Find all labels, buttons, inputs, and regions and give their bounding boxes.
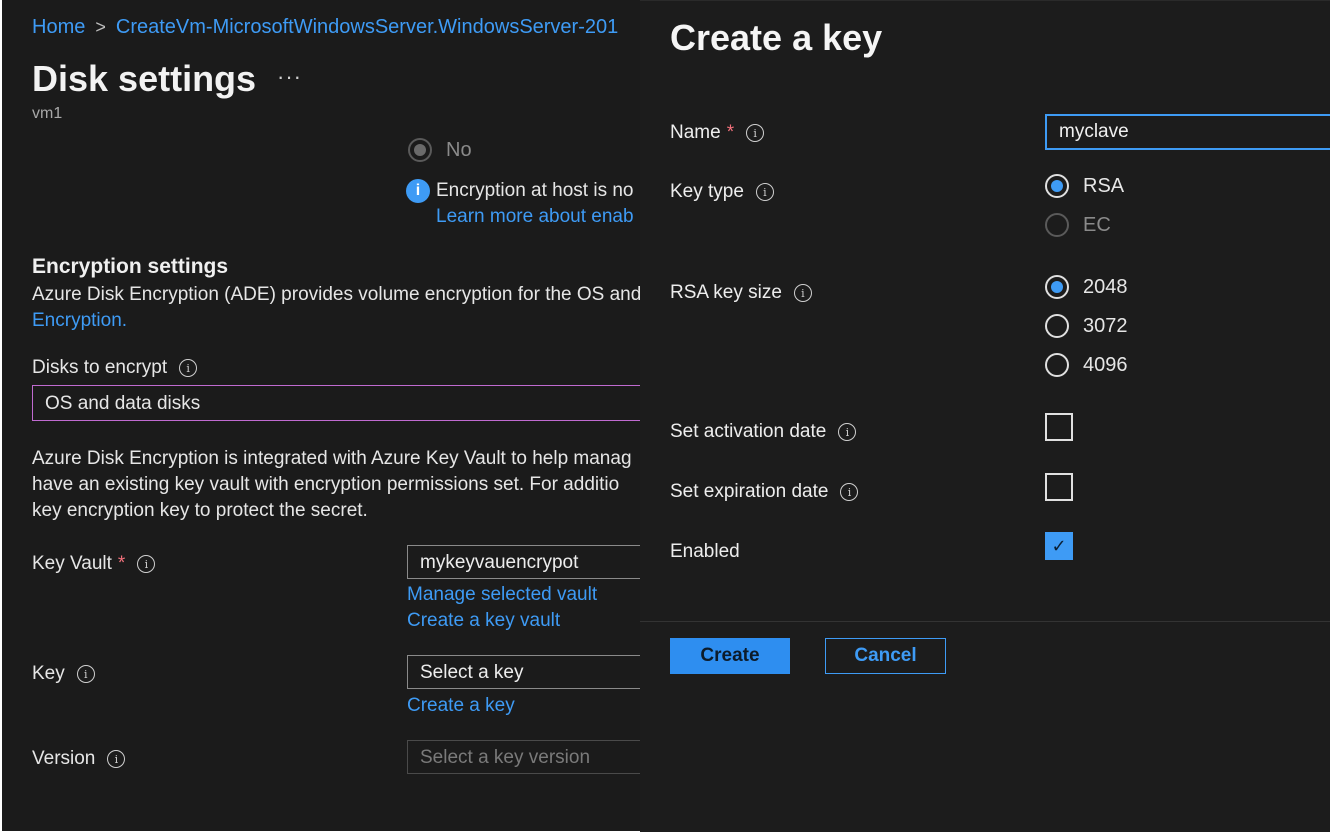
radio-label: 2048: [1083, 275, 1128, 298]
key-type-label: Key type i: [670, 181, 774, 203]
page-title: Disk settings: [32, 58, 257, 99]
label-text: RSA key size: [670, 282, 782, 303]
more-options-button[interactable]: ···: [277, 64, 302, 90]
create-key-link[interactable]: Create a key: [407, 695, 515, 717]
label-text: Key Vault: [32, 553, 112, 574]
rsa-key-size-label: RSA key size i: [670, 282, 812, 304]
disks-to-encrypt-dropdown[interactable]: OS and data disks: [32, 385, 640, 421]
panel-title: Create a key: [670, 17, 883, 58]
cancel-button[interactable]: Cancel: [825, 638, 946, 674]
label-text: Version: [32, 748, 96, 769]
label-text: Set expiration date: [670, 481, 829, 502]
info-icon[interactable]: i: [793, 284, 812, 302]
host-encryption-info: i Encryption at host is no Learn more ab…: [406, 178, 634, 230]
description-text: Azure Disk Encryption (ADE) provides vol…: [32, 284, 640, 305]
name-label: Name * i: [670, 122, 765, 144]
info-icon[interactable]: i: [137, 555, 156, 573]
info-text: Encryption at host is no: [436, 180, 634, 201]
radio-button[interactable]: [1045, 353, 1069, 377]
chevron-right-icon: >: [95, 17, 106, 37]
info-icon[interactable]: i: [107, 750, 126, 768]
version-dropdown[interactable]: Select a key version: [407, 740, 640, 774]
radio-button[interactable]: [1045, 314, 1069, 338]
paragraph-line: key encryption key to protect the secret…: [32, 500, 368, 521]
label-text: Enabled: [670, 541, 740, 562]
info-icon[interactable]: i: [179, 359, 198, 377]
paragraph-line: Azure Disk Encryption is integrated with…: [32, 448, 632, 469]
breadcrumb-create-vm[interactable]: CreateVm-MicrosoftWindowsServer.WindowsS…: [116, 16, 618, 38]
label-text: Name: [670, 122, 721, 143]
key-name-input[interactable]: myclave: [1045, 114, 1330, 150]
encryption-settings-description: Azure Disk Encryption (ADE) provides vol…: [32, 282, 640, 334]
enabled-label: Enabled: [670, 541, 740, 563]
radio-label: RSA: [1083, 174, 1125, 197]
required-indicator: *: [117, 553, 126, 574]
activation-date-label: Set activation date i: [670, 421, 857, 443]
breadcrumb-home[interactable]: Home: [32, 16, 85, 38]
radio-label: 4096: [1083, 353, 1128, 376]
encryption-link[interactable]: Encryption.: [32, 308, 640, 334]
radio-label: EC: [1083, 213, 1111, 236]
rsa-size-option-2048[interactable]: 2048: [1045, 275, 1128, 299]
create-key-vault-link[interactable]: Create a key vault: [407, 610, 560, 632]
create-key-panel: Create a key Name * i myclave Key type i…: [640, 0, 1330, 832]
key-type-option-rsa[interactable]: RSA: [1045, 174, 1124, 198]
expiration-date-checkbox[interactable]: [1045, 473, 1073, 501]
required-indicator: *: [726, 122, 735, 143]
key-dropdown[interactable]: Select a key: [407, 655, 640, 689]
key-vault-dropdown[interactable]: mykeyvauencrypot: [407, 545, 640, 579]
breadcrumb: Home > CreateVm-MicrosoftWindowsServer.Win…: [32, 16, 618, 39]
info-icon[interactable]: i: [838, 423, 857, 441]
host-encryption-no-option[interactable]: No: [408, 138, 472, 162]
edge-strip: [0, 612, 2, 831]
key-type-option-ec[interactable]: EC: [1045, 213, 1111, 237]
radio-label-no: No: [446, 138, 472, 161]
label-text: Disks to encrypt: [32, 357, 168, 378]
rsa-size-option-3072[interactable]: 3072: [1045, 314, 1128, 338]
radio-button[interactable]: [1045, 174, 1069, 198]
checkmark-icon: ✓: [1051, 535, 1067, 556]
manage-vault-link[interactable]: Manage selected vault: [407, 584, 597, 606]
paragraph-line: have an existing key vault with encrypti…: [32, 474, 620, 495]
info-icon[interactable]: i: [840, 483, 859, 501]
label-text: Key: [32, 663, 65, 684]
create-button[interactable]: Create: [670, 638, 790, 674]
learn-more-link[interactable]: Learn more about enab: [436, 204, 634, 230]
radio-button[interactable]: [1045, 213, 1069, 237]
key-label: Key i: [32, 663, 95, 685]
disk-settings-page: Home > CreateVm-MicrosoftWindowsServer.Win…: [2, 0, 640, 831]
version-label: Version i: [32, 748, 126, 770]
info-icon: i: [406, 179, 430, 203]
info-icon[interactable]: i: [746, 124, 765, 142]
label-text: Set activation date: [670, 421, 827, 442]
page-subtitle: vm1: [32, 105, 63, 122]
radio-button[interactable]: [1045, 275, 1069, 299]
disks-to-encrypt-label: Disks to encrypt i: [32, 357, 198, 379]
rsa-size-option-4096[interactable]: 4096: [1045, 353, 1128, 377]
radio-button[interactable]: [408, 138, 432, 162]
key-vault-label: Key Vault * i: [32, 553, 156, 575]
encryption-settings-heading: Encryption settings: [32, 255, 229, 278]
radio-label: 3072: [1083, 314, 1128, 337]
key-vault-description: Azure Disk Encryption is integrated with…: [32, 446, 632, 524]
expiration-date-label: Set expiration date i: [670, 481, 859, 503]
info-icon[interactable]: i: [76, 665, 95, 683]
footer-divider: [640, 621, 1330, 622]
enabled-checkbox[interactable]: ✓: [1045, 532, 1073, 560]
activation-date-checkbox[interactable]: [1045, 413, 1073, 441]
label-text: Key type: [670, 181, 744, 202]
info-icon[interactable]: i: [755, 183, 774, 201]
